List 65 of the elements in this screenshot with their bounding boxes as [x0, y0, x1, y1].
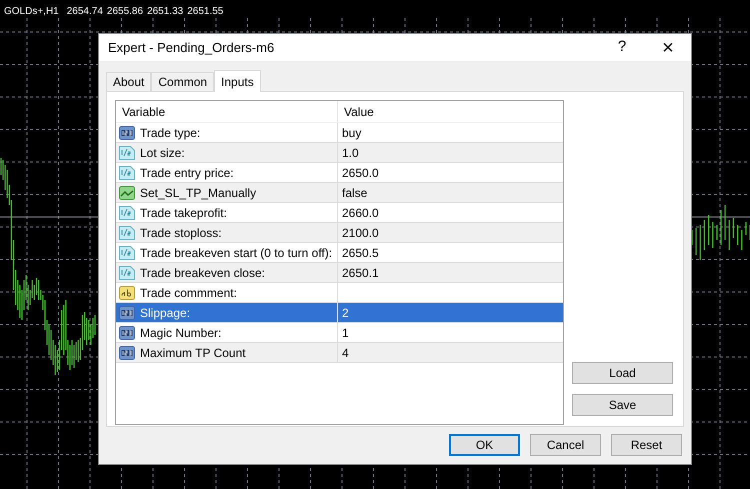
price-label: 2651.33	[147, 5, 184, 19]
variable-value: 4	[342, 344, 349, 362]
dialog-button[interactable]: OK	[449, 434, 520, 456]
tab[interactable]: Common	[151, 72, 214, 91]
side-button[interactable]: Load	[572, 362, 673, 384]
variable-value: buy	[342, 124, 362, 142]
dialog-button[interactable]: Cancel	[530, 434, 601, 456]
price-label: 2655.86	[106, 5, 144, 19]
table-row[interactable]: Slippage: 2	[116, 303, 563, 323]
fraction-type-icon	[119, 206, 135, 220]
variable-name: Set_SL_TP_Manually	[140, 184, 256, 202]
price-label: 2654.74	[66, 5, 103, 19]
tab[interactable]: Inputs	[214, 70, 261, 92]
side-button[interactable]: Save	[572, 394, 673, 416]
fraction-type-icon	[119, 166, 135, 180]
variable-value: 2660.0	[342, 204, 379, 222]
fraction-type-icon	[119, 246, 135, 260]
fraction-type-icon	[119, 226, 135, 240]
table-row[interactable]: Trade takeprofit: 2660.0	[116, 203, 563, 223]
integer-type-icon	[119, 126, 135, 140]
toggle-type-icon	[119, 186, 135, 200]
integer-type-icon	[119, 346, 135, 360]
table-row[interactable]: Lot size: 1.0	[116, 143, 563, 163]
variable-value: 2100.0	[342, 224, 379, 242]
fraction-type-icon	[119, 146, 135, 160]
variable-value: 2	[342, 304, 349, 322]
price-label: 2651.55	[187, 5, 224, 19]
variable-name: Slippage:	[140, 304, 190, 322]
tab[interactable]: About	[106, 72, 152, 91]
table-row[interactable]: Maximum TP Count 4	[116, 343, 563, 363]
variable-name: Trade commment:	[140, 284, 237, 302]
variable-name: Trade takeprofit:	[140, 204, 227, 222]
fraction-type-icon	[119, 266, 135, 280]
variable-value: 2650.0	[342, 164, 379, 182]
integer-type-icon	[119, 326, 135, 340]
column-header[interactable]: Variable	[116, 101, 338, 122]
variable-value: false	[342, 184, 368, 202]
table-row[interactable]: Set_SL_TP_Manually false	[116, 183, 563, 203]
variable-name: Trade breakeven close:	[140, 264, 265, 282]
close-button[interactable]: ×	[645, 38, 691, 58]
column-header[interactable]: Value	[338, 101, 563, 122]
table-row[interactable]: Trade type: buy	[116, 123, 563, 143]
table-row[interactable]: Trade stoploss: 2100.0	[116, 223, 563, 243]
integer-type-icon	[119, 306, 135, 320]
table-row[interactable]: Trade commment:	[116, 283, 563, 303]
help-button[interactable]: ?	[599, 36, 645, 59]
variable-name: Trade type:	[140, 124, 200, 142]
table-row[interactable]: Trade breakeven start (0 to turn off): 2650.5	[116, 243, 563, 263]
variable-value: 1.0	[342, 144, 359, 162]
table-row[interactable]: Magic Number: 1	[116, 323, 563, 343]
dialog-button[interactable]: Reset	[611, 434, 682, 456]
table-row[interactable]: Trade entry price: 2650.0	[116, 163, 563, 183]
variable-value: 2650.1	[342, 264, 379, 282]
window-title: Expert - Pending_Orders-m6	[108, 38, 276, 57]
variable-value: 2650.5	[342, 244, 379, 262]
variable-name: Trade breakeven start (0 to turn off):	[140, 244, 332, 262]
variable-value: 1	[342, 324, 349, 342]
symbol-label: GOLDs+,H1	[4, 5, 59, 19]
variable-name: Trade stoploss:	[140, 224, 222, 242]
variable-name: Maximum TP Count	[140, 344, 246, 362]
variable-name: Trade entry price:	[140, 164, 234, 182]
variable-name: Lot size:	[140, 144, 185, 162]
text-type-icon	[119, 286, 135, 300]
variable-name: Magic Number:	[140, 324, 222, 342]
table-row[interactable]: Trade breakeven close: 2650.1	[116, 263, 563, 283]
